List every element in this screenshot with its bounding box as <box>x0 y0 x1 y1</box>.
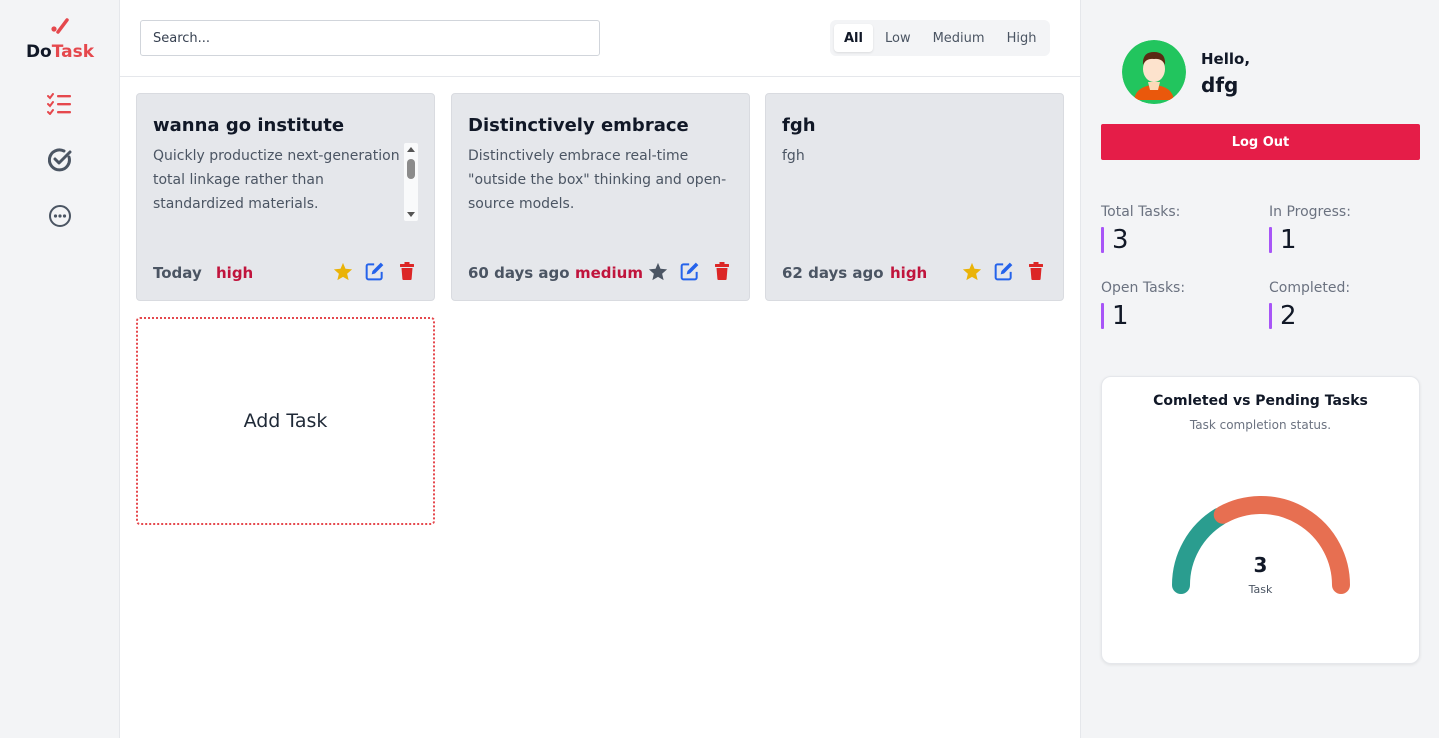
gauge-center-label: Task <box>1248 583 1273 596</box>
completion-chart-card: Comleted vs Pending Tasks Task completio… <box>1101 376 1420 664</box>
task-priority: medium <box>575 264 643 282</box>
filter-low[interactable]: Low <box>875 24 921 52</box>
stat-total-tasks: Total Tasks: 3 <box>1101 204 1251 254</box>
task-description: Distinctively embrace real-time "outside… <box>468 148 727 212</box>
edit-icon[interactable] <box>680 261 700 281</box>
profile-panel: Hello, dfg Log Out Total Tasks: 3 In Pro… <box>1080 0 1439 738</box>
stat-in-progress: In Progress: 1 <box>1269 204 1419 254</box>
task-date: 62 days ago <box>782 264 884 282</box>
delete-icon[interactable] <box>397 261 417 281</box>
logout-button[interactable]: Log Out <box>1101 124 1420 160</box>
delete-icon[interactable] <box>712 261 732 281</box>
greeting: Hello, <box>1201 50 1251 68</box>
edit-icon[interactable] <box>994 261 1014 281</box>
stat-label: In Progress: <box>1269 204 1351 220</box>
star-icon[interactable] <box>333 261 353 281</box>
star-icon[interactable] <box>962 261 982 281</box>
edit-icon[interactable] <box>365 261 385 281</box>
sidebar: DoTask <box>0 0 120 738</box>
task-priority: high <box>890 264 928 282</box>
stat-label: Completed: <box>1269 280 1351 296</box>
filter-all[interactable]: All <box>834 24 873 52</box>
star-icon[interactable] <box>648 261 668 281</box>
filter-high[interactable]: High <box>997 24 1047 52</box>
task-description: Quickly productize next-generation total… <box>153 148 400 212</box>
stat-label: Open Tasks: <box>1101 280 1186 296</box>
stat-value: 1 <box>1280 225 1297 255</box>
filter-medium[interactable]: Medium <box>923 24 995 52</box>
stat-value: 1 <box>1112 301 1129 331</box>
add-task-label: Add Task <box>243 410 328 432</box>
add-task-button[interactable]: Add Task <box>136 317 435 525</box>
tasks-list-icon[interactable] <box>47 91 73 117</box>
task-card: Distinctively embrace Distinctively embr… <box>451 93 750 301</box>
gauge-center-value: 3 <box>1253 553 1268 577</box>
avatar <box>1122 40 1186 104</box>
stat-value: 2 <box>1280 301 1297 331</box>
username: dfg <box>1201 73 1239 97</box>
task-priority: high <box>216 264 254 282</box>
task-description: fgh <box>782 148 805 164</box>
logo-check-icon <box>51 18 69 34</box>
priority-filter: All Low Medium High <box>830 20 1051 56</box>
stat-label: Total Tasks: <box>1101 204 1181 220</box>
task-card: wanna go institute Quickly productize ne… <box>136 93 435 301</box>
more-icon[interactable] <box>47 203 73 229</box>
completed-icon[interactable] <box>47 147 73 173</box>
delete-icon[interactable] <box>1026 261 1046 281</box>
task-title: fgh <box>782 115 816 136</box>
app-logo[interactable]: DoTask <box>0 16 120 62</box>
task-card: fgh fgh 62 days ago high <box>765 93 1064 301</box>
radial-gauge <box>1172 496 1350 594</box>
task-title: Distinctively embrace <box>468 115 689 136</box>
description-scrollbar[interactable] <box>404 143 418 221</box>
stat-completed: Completed: 2 <box>1269 280 1419 330</box>
stat-open-tasks: Open Tasks: 1 <box>1101 280 1251 330</box>
stat-value: 3 <box>1112 225 1129 255</box>
task-date: Today <box>153 264 202 282</box>
task-title: wanna go institute <box>153 115 345 136</box>
search-input[interactable] <box>140 20 600 56</box>
top-bar: All Low Medium High <box>120 0 1080 77</box>
app-name: DoTask <box>25 42 95 62</box>
task-date: 60 days ago <box>468 264 570 282</box>
